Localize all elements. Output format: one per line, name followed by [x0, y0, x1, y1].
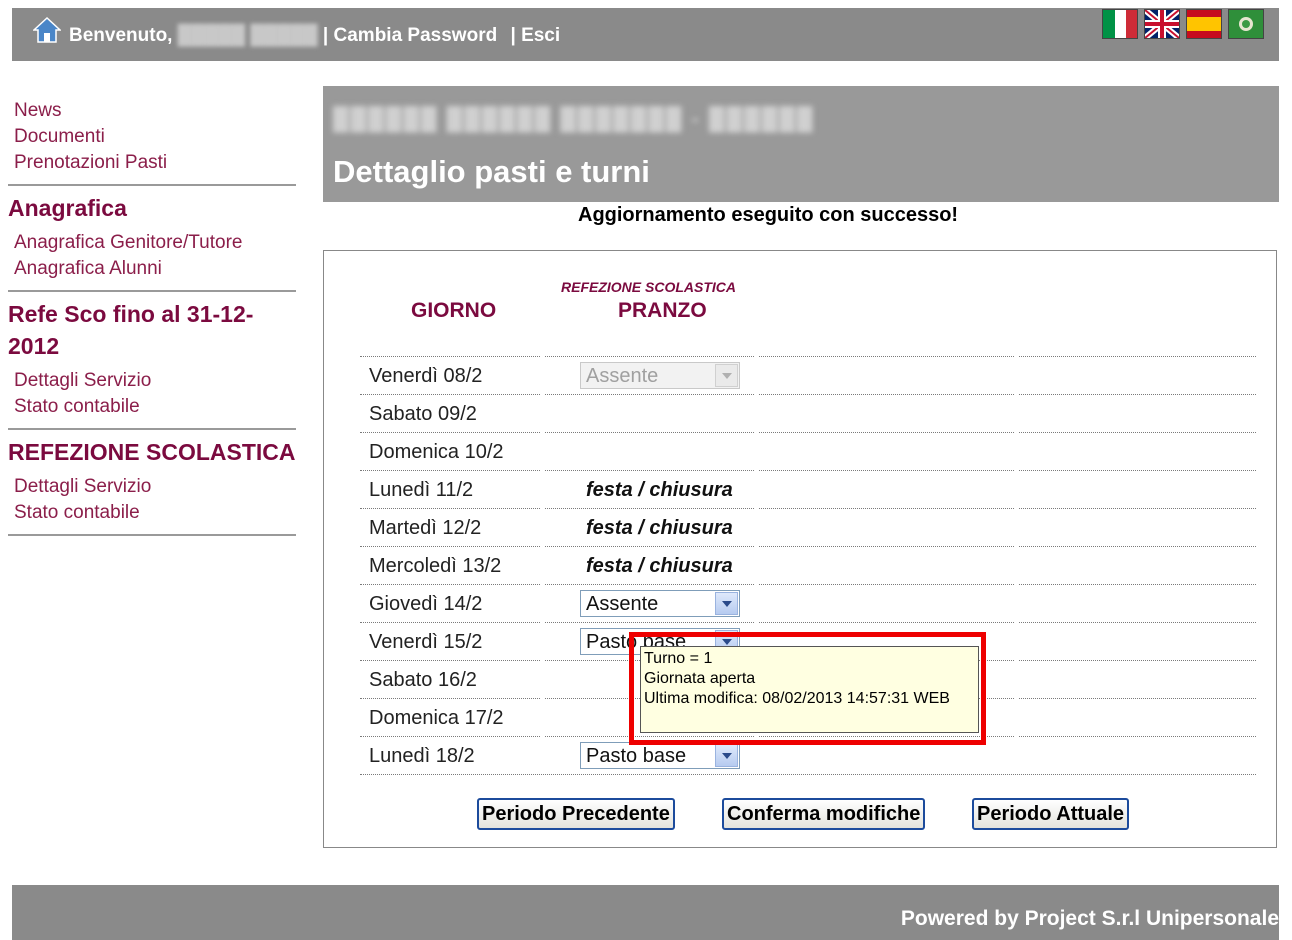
table-row: Lunedì 11/2 festa / chiusura — [360, 470, 1256, 508]
day-label: Venerdì 08/2 — [369, 365, 483, 387]
meal-select[interactable]: Assente — [580, 590, 740, 617]
sidebar-divider — [8, 534, 296, 536]
spanish-flag-icon[interactable] — [1187, 10, 1221, 38]
day-label: Sabato 09/2 — [369, 403, 477, 425]
chevron-down-icon[interactable] — [715, 744, 738, 767]
sidebar-item-stato-contabile-1[interactable]: Stato contabile — [8, 394, 296, 420]
sidebar-menu: News Documenti Prenotazioni Pasti Anagra… — [8, 98, 296, 536]
day-label: Sabato 16/2 — [369, 669, 477, 691]
current-period-button[interactable]: Periodo Attuale — [972, 798, 1130, 830]
table-row: Sabato 09/2 — [360, 394, 1256, 432]
sidebar-item-documenti[interactable]: Documenti — [8, 124, 296, 150]
sidebar-section-refe-sco: Refe Sco fino al 31-12-2012 — [8, 301, 254, 359]
logout-link[interactable]: | Esci — [510, 25, 560, 46]
table-row: Mercoledì 13/2 festa / chiusura — [360, 546, 1256, 584]
sidebar-divider — [8, 184, 296, 186]
sidebar-item-news[interactable]: News — [8, 98, 296, 124]
meals-panel: GIORNO REFEZIONE SCOLASTICA PRANZO Vener… — [323, 250, 1277, 848]
meal-select-value: Assente — [586, 593, 659, 615]
uk-flag-icon[interactable] — [1145, 10, 1179, 38]
closure-label: festa / chiusura — [586, 479, 733, 501]
sidebar-section-anagrafica: Anagrafica — [8, 195, 127, 221]
sidebar-item-stato-contabile-2[interactable]: Stato contabile — [8, 500, 296, 526]
chevron-down-icon[interactable] — [715, 592, 738, 615]
home-icon[interactable] — [33, 17, 61, 43]
page-title: Dettaglio pasti e turni — [333, 154, 650, 189]
confirm-changes-button[interactable]: Conferma modifiche — [722, 798, 926, 830]
highlight-box — [629, 632, 986, 745]
meal-select-value: Pasto base — [586, 745, 687, 767]
day-label: Giovedì 14/2 — [369, 593, 483, 615]
day-label: Domenica 17/2 — [369, 707, 504, 729]
sidebar-divider — [8, 290, 296, 292]
column-header-giorno: GIORNO — [411, 299, 497, 322]
day-label: Venerdì 15/2 — [369, 631, 483, 653]
closure-label: festa / chiusura — [586, 517, 733, 539]
meal-select[interactable]: Pasto base — [580, 742, 740, 769]
meal-select-value: Assente — [586, 365, 659, 387]
sidebar-item-dettagli-servizio-1[interactable]: Dettagli Servizio — [8, 368, 296, 394]
table-row: Domenica 10/2 — [360, 432, 1256, 470]
column-header-pranzo: PRANZO — [618, 299, 707, 322]
sidebar-section-refezione-scolastica: REFEZIONE SCOLASTICA — [8, 439, 296, 465]
day-label: Mercoledì 13/2 — [369, 555, 502, 577]
green-emblem-flag-icon[interactable] — [1229, 10, 1263, 38]
closure-label: festa / chiusura — [586, 555, 733, 577]
footer: Powered by Project S.r.l Unipersonale — [12, 885, 1279, 940]
welcome-label: Benvenuto, — [69, 25, 173, 46]
day-label: Lunedì 18/2 — [369, 745, 475, 767]
table-row: Martedì 12/2 festa / chiusura — [360, 508, 1256, 546]
table-row: Venerdì 08/2 Assente — [360, 356, 1256, 394]
sidebar-item-prenotazioni-pasti[interactable]: Prenotazioni Pasti — [8, 150, 296, 176]
day-label: Domenica 10/2 — [369, 441, 504, 463]
meal-select: Assente — [580, 362, 740, 389]
username-label: █████ █████ — [177, 25, 318, 46]
chevron-down-icon — [715, 364, 738, 387]
top-bar: Benvenuto, █████ █████ | Cambia Password… — [12, 8, 1279, 61]
success-message: Aggiornamento eseguito con successo! — [578, 204, 959, 226]
sidebar-item-anagrafica-genitore[interactable]: Anagrafica Genitore/Tutore — [8, 230, 296, 256]
table-row: Giovedì 14/2 Assente — [360, 584, 1256, 622]
day-label: Lunedì 11/2 — [369, 479, 474, 501]
day-label: Martedì 12/2 — [369, 517, 482, 539]
sidebar-item-anagrafica-alunni[interactable]: Anagrafica Alunni — [8, 256, 296, 282]
sidebar-divider — [8, 428, 296, 430]
change-password-link[interactable]: | Cambia Password — [323, 25, 497, 46]
service-name-label: REFEZIONE SCOLASTICA — [561, 279, 737, 295]
italian-flag-icon[interactable] — [1103, 10, 1137, 38]
school-name-redacted: ██████ ██████ ███████ - ██████ — [333, 106, 815, 131]
previous-period-button[interactable]: Periodo Precedente — [477, 798, 675, 830]
page-header: ██████ ██████ ███████ - ██████ Dettaglio… — [323, 86, 1279, 202]
footer-credits: Powered by Project S.r.l Unipersonale — [900, 907, 1279, 930]
sidebar-item-dettagli-servizio-2[interactable]: Dettagli Servizio — [8, 474, 296, 500]
